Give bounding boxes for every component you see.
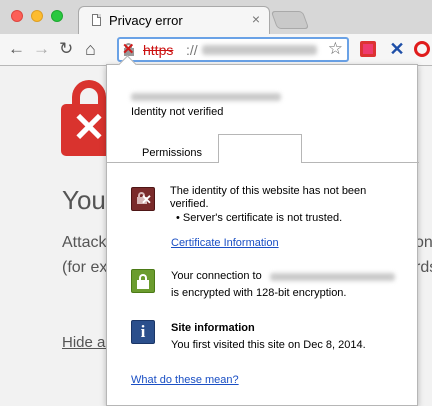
broken-lock-icon[interactable]: ✕ [122, 41, 135, 58]
identity-error-icon: ✕ [131, 187, 155, 211]
minimize-window-button[interactable] [31, 10, 43, 22]
connection-host-redacted [270, 273, 395, 281]
tab-title: Privacy error [109, 13, 183, 28]
site-info-popup: Identity not verified Permissions ✕ The … [106, 64, 419, 406]
bookmarks-extension-icon[interactable] [360, 41, 376, 57]
toolbar: ← → ↻ ⌂ ✕ https :// ☆ ✕ [0, 34, 432, 66]
zoom-window-button[interactable] [51, 10, 63, 22]
info-icon: i [131, 320, 155, 344]
connection-text-line1: Your connection to [171, 270, 262, 282]
connection-text-line2: is encrypted with 128-bit encryption. [171, 287, 347, 299]
address-bar[interactable]: ✕ https :// ☆ [117, 37, 349, 62]
tab-close-icon[interactable]: × [252, 11, 260, 27]
page-text-line2: (for ex [62, 259, 108, 276]
forward-button[interactable]: → [33, 39, 50, 59]
close-window-button[interactable] [11, 10, 23, 22]
tab-connection[interactable] [218, 134, 302, 163]
bookmark-star-icon[interactable]: ☆ [328, 39, 343, 59]
url-scheme: https [143, 42, 174, 58]
new-tab-button[interactable] [270, 11, 310, 29]
tab-permissions[interactable]: Permissions [127, 142, 217, 164]
reload-button[interactable]: ↻ [59, 39, 73, 59]
circle-extension-icon[interactable] [414, 41, 430, 57]
certificate-warning: • Server's certificate is not trusted. [176, 212, 343, 224]
site-info-title: Site information [171, 322, 255, 334]
secure-lock-icon [131, 269, 155, 293]
page-text-line1: Attack [62, 234, 107, 251]
back-button[interactable]: ← [8, 39, 25, 59]
site-host-redacted [131, 93, 281, 101]
page-icon [92, 14, 101, 26]
tab-strip: Privacy error × [0, 0, 432, 34]
help-link[interactable]: What do these mean? [131, 374, 239, 387]
identity-status: Identity not verified [131, 106, 224, 118]
tab-privacy-error[interactable]: Privacy error × [78, 6, 270, 34]
home-button[interactable]: ⌂ [85, 39, 96, 59]
certificate-info-link[interactable]: Certificate Information [171, 237, 279, 250]
x-extension-icon[interactable]: ✕ [389, 40, 405, 58]
identity-warning-line2: verified. [170, 198, 209, 210]
url-host-redacted [202, 45, 317, 55]
identity-warning-line1: The identity of this website has not bee… [170, 185, 367, 197]
page-heading: You [62, 185, 106, 215]
site-info-description: You first visited this site on Dec 8, 20… [171, 339, 366, 351]
url-separator: :// [186, 42, 198, 58]
